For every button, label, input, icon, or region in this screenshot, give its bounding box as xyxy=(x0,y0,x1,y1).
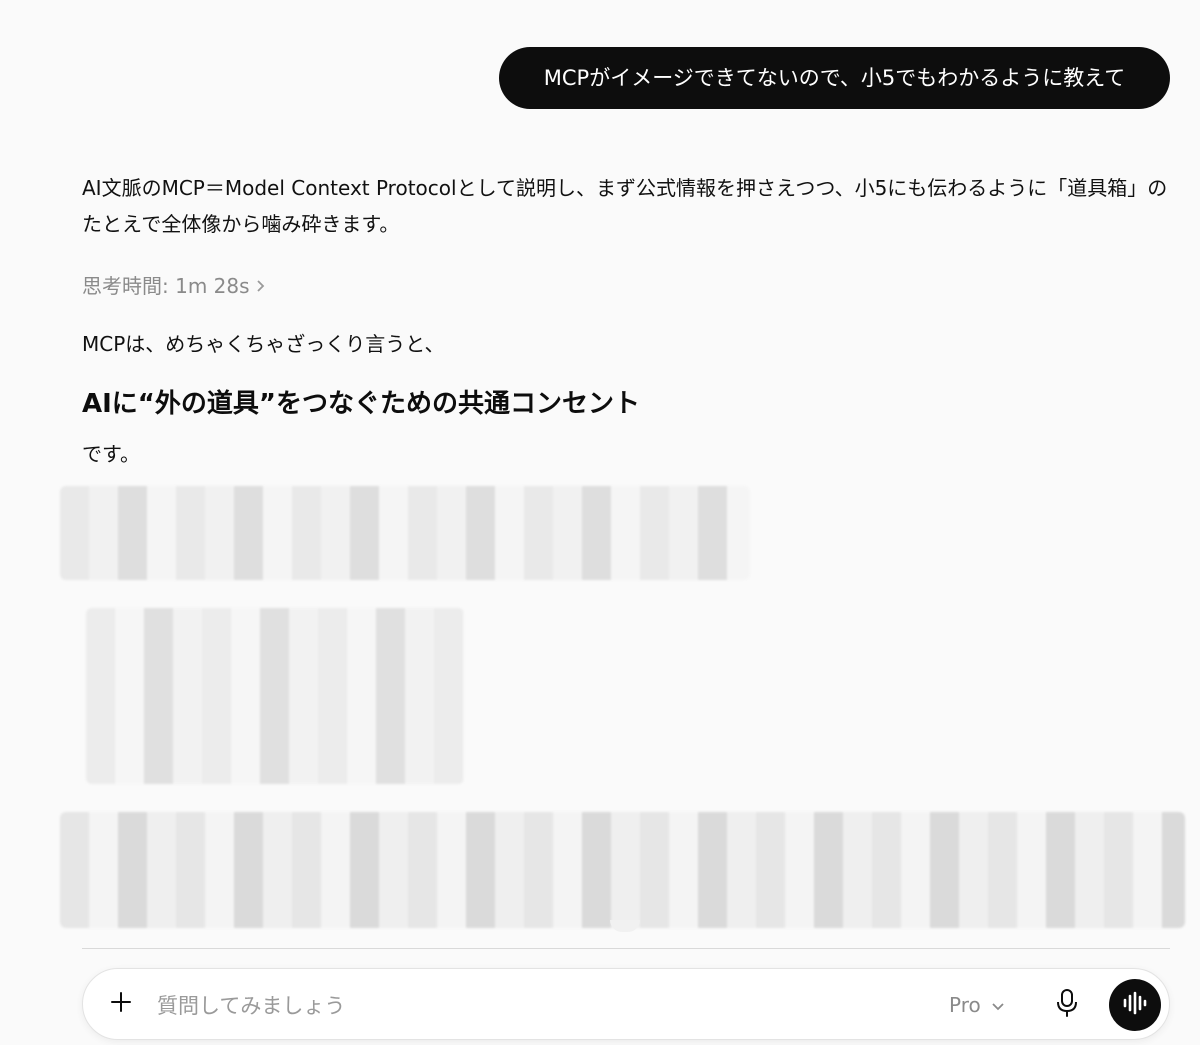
model-selector[interactable]: Pro xyxy=(949,987,1005,1023)
add-attachment-button[interactable] xyxy=(103,985,139,1023)
composer-divider xyxy=(82,948,1170,949)
voice-waveform-icon xyxy=(1122,991,1148,1019)
dictate-button[interactable] xyxy=(1047,985,1087,1025)
user-message-text: MCPがイメージできてないので、小5でもわかるように教えて xyxy=(543,66,1126,90)
assistant-intro: AI文脈のMCP＝Model Context Protocolとして説明し、まず… xyxy=(82,176,1168,236)
assistant-paragraph: MCPは、めちゃくちゃざっくり言うと、 xyxy=(82,332,445,356)
microphone-icon xyxy=(1056,989,1078,1021)
user-message-bubble: MCPがイメージできてないので、小5でもわかるように教えて xyxy=(499,47,1170,109)
pixelated-text-block xyxy=(60,486,750,580)
voice-mode-button[interactable] xyxy=(1109,979,1161,1031)
scroll-indicator xyxy=(610,920,640,932)
message-composer: Pro xyxy=(82,968,1170,1040)
chevron-down-icon xyxy=(991,993,1005,1017)
model-label: Pro xyxy=(949,993,981,1017)
pixelated-text-block xyxy=(86,608,464,784)
thinking-time-toggle[interactable]: 思考時間: 1m 28s xyxy=(82,268,266,306)
chevron-right-icon xyxy=(256,278,266,297)
prompt-input[interactable] xyxy=(155,987,919,1025)
thinking-time-label: 思考時間: 1m 28s xyxy=(82,274,250,298)
assistant-paragraph: です。 xyxy=(82,442,140,466)
pixelated-text-block xyxy=(60,812,1185,928)
assistant-heading: AIに“外の道具”をつなぐための共通コンセント xyxy=(82,389,640,419)
plus-icon xyxy=(109,990,133,1018)
